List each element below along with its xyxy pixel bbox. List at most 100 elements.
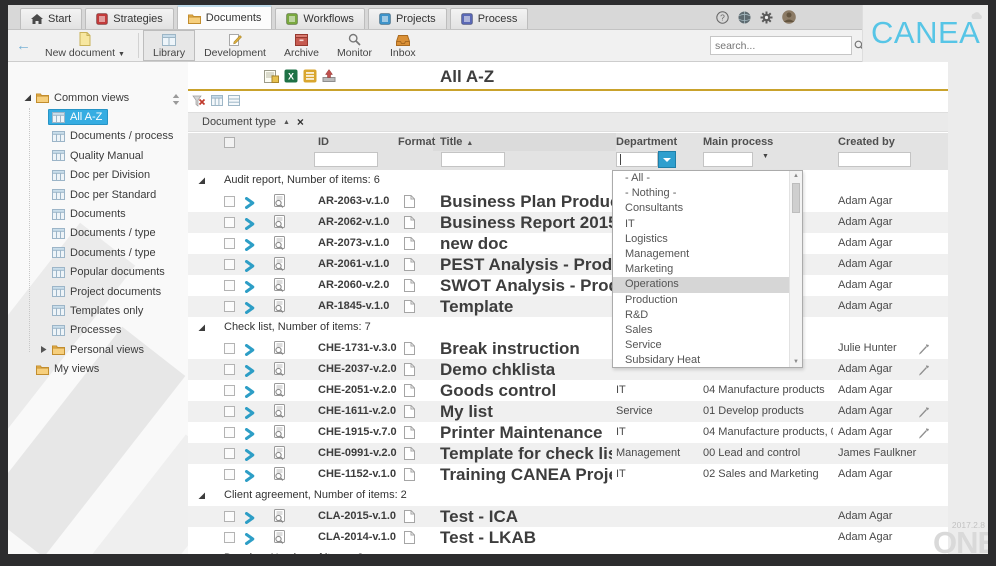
group-header-audit-report[interactable]: Audit report, Number of items: 6 bbox=[188, 170, 948, 191]
sidebar-item-project-documents[interactable]: Project documents bbox=[14, 282, 186, 301]
tab-documents[interactable]: Documents bbox=[176, 5, 273, 29]
table-row[interactable]: CHE-1915-v.7.0 Printer Maintenance IT 04… bbox=[188, 422, 948, 443]
filter-department-input[interactable] bbox=[616, 152, 658, 167]
report-icon[interactable] bbox=[264, 69, 279, 83]
sidebar-item-documents-process[interactable]: Documents / process bbox=[14, 127, 186, 146]
back-arrow-button[interactable]: ← bbox=[16, 37, 31, 54]
dropdown-option-sales[interactable]: Sales bbox=[613, 323, 802, 338]
row-checkbox[interactable] bbox=[224, 301, 235, 312]
grouping-bar[interactable]: Document type ▲ × bbox=[188, 112, 948, 132]
new-document-button[interactable]: New document ▼ bbox=[36, 30, 134, 61]
table-row[interactable]: AR-2063-v.1.0 Business Plan Production A… bbox=[188, 191, 948, 212]
select-all-checkbox[interactable] bbox=[224, 137, 235, 148]
scroll-down-icon[interactable]: ▼ bbox=[790, 359, 802, 365]
archive-button[interactable]: Archive bbox=[275, 30, 328, 61]
row-checkbox[interactable] bbox=[224, 217, 235, 228]
table-row[interactable]: AR-2073-v.1.0 new doc Adam Agar bbox=[188, 233, 948, 254]
development-button[interactable]: Development bbox=[195, 30, 275, 61]
filter-main-process-input[interactable] bbox=[703, 152, 753, 167]
table-row[interactable]: AR-2062-v.1.0 Business Report 2015 Adam … bbox=[188, 212, 948, 233]
sidebar-item-popular-documents[interactable]: Popular documents bbox=[14, 263, 186, 282]
sidebar-item-personal-views[interactable]: Personal views bbox=[14, 340, 186, 359]
table-row[interactable]: CHE-1731-v.3.0 Break instruction Julie H… bbox=[188, 338, 948, 359]
table-row[interactable]: CHE-2051-v.2.0 Goods control IT 04 Manuf… bbox=[188, 380, 948, 401]
dropdown-option-nothing[interactable]: - Nothing - bbox=[613, 186, 802, 201]
language-globe-icon[interactable] bbox=[738, 11, 751, 24]
table-row[interactable]: AR-1845-v.1.0 Template Adam Agar bbox=[188, 296, 948, 317]
row-checkbox[interactable] bbox=[224, 406, 235, 417]
sidebar-item-all-a-z[interactable]: All A-Z bbox=[14, 107, 186, 126]
row-checkbox[interactable] bbox=[224, 469, 235, 480]
collapse-group-icon[interactable] bbox=[197, 491, 206, 503]
row-checkbox[interactable] bbox=[224, 511, 235, 522]
inbox-button[interactable]: Inbox bbox=[381, 30, 425, 61]
monitor-button[interactable]: Monitor bbox=[328, 30, 381, 61]
dropdown-option-subsidary-heat[interactable]: Subsidary Heat bbox=[613, 353, 802, 368]
dropdown-option-r-d[interactable]: R&D bbox=[613, 308, 802, 323]
sidebar-item-templates-only[interactable]: Templates only bbox=[14, 301, 186, 320]
sidebar-item-doc-per-standard[interactable]: Doc per Standard bbox=[14, 185, 186, 204]
tab-start[interactable]: Start bbox=[20, 8, 83, 29]
column-header-department[interactable]: Department bbox=[616, 136, 677, 148]
table-row[interactable]: AR-2060-v.2.0 SWOT Analysis - Production… bbox=[188, 275, 948, 296]
tree-sort-icon[interactable] bbox=[172, 92, 180, 110]
remove-filter-icon[interactable] bbox=[192, 95, 206, 108]
expand-node-icon[interactable] bbox=[38, 345, 48, 354]
filter-created-by-input[interactable] bbox=[838, 152, 911, 167]
csv-export-icon[interactable] bbox=[303, 69, 317, 83]
sidebar-item-my-views[interactable]: My views bbox=[14, 359, 186, 378]
table-row[interactable]: CLA-2015-v.1.0 Test - ICA Adam Agar bbox=[188, 506, 948, 527]
table-row[interactable]: CHE-1611-v.2.0 My list Service 01 Develo… bbox=[188, 401, 948, 422]
group-header-client-agreement[interactable]: Client agreement, Number of items: 2 bbox=[188, 485, 948, 506]
row-checkbox[interactable] bbox=[224, 427, 235, 438]
group-header-check-list[interactable]: Check list, Number of items: 7 bbox=[188, 317, 948, 338]
column-header-created-by[interactable]: Created by bbox=[838, 136, 895, 148]
dropdown-option-management[interactable]: Management bbox=[613, 247, 802, 262]
table-row[interactable]: CHE-1152-v.1.0 Training CANEA Projects 2… bbox=[188, 464, 948, 485]
library-button[interactable]: Library bbox=[142, 30, 196, 61]
grouping-close-icon[interactable]: × bbox=[297, 116, 304, 128]
dropdown-option-logistics[interactable]: Logistics bbox=[613, 232, 802, 247]
excel-export-icon[interactable]: X bbox=[284, 69, 298, 83]
dropdown-option-production[interactable]: Production bbox=[613, 293, 802, 308]
row-checkbox[interactable] bbox=[224, 385, 235, 396]
row-checkbox[interactable] bbox=[224, 196, 235, 207]
settings-gear-icon[interactable] bbox=[760, 11, 773, 24]
tab-projects[interactable]: Projects bbox=[367, 8, 447, 29]
column-header-main-process[interactable]: Main process bbox=[703, 136, 773, 148]
sidebar-item-common-views[interactable]: Common views bbox=[14, 88, 186, 107]
table-row[interactable]: CHE-2037-v.2.0 Demo chklista Adam Agar bbox=[188, 359, 948, 380]
ungroup-view-icon[interactable] bbox=[228, 95, 240, 108]
sidebar-item-documents-type[interactable]: Documents / type bbox=[14, 243, 186, 262]
group-view-icon[interactable] bbox=[211, 95, 223, 108]
sidebar-item-documents-type[interactable]: Documents / type bbox=[14, 224, 186, 243]
department-dropdown-button[interactable] bbox=[658, 151, 676, 168]
scrollbar-thumb[interactable] bbox=[792, 183, 800, 213]
row-checkbox[interactable] bbox=[224, 259, 235, 270]
table-row[interactable]: CLA-2014-v.1.0 Test - LKAB Adam Agar bbox=[188, 527, 948, 548]
main-process-dropdown-button[interactable]: ▼ bbox=[762, 153, 769, 160]
row-checkbox[interactable] bbox=[224, 280, 235, 291]
dropdown-option-marketing[interactable]: Marketing bbox=[613, 262, 802, 277]
user-avatar[interactable] bbox=[782, 10, 796, 24]
row-checkbox[interactable] bbox=[224, 448, 235, 459]
table-row[interactable]: CHE-0991-v.2.0 Template for check list M… bbox=[188, 443, 948, 464]
dropdown-option-service[interactable]: Service bbox=[613, 338, 802, 353]
group-header-drawing[interactable]: Drawing, Number of items: 2 bbox=[188, 548, 948, 554]
dropdown-option-consultants[interactable]: Consultants bbox=[613, 201, 802, 216]
help-icon[interactable]: ? bbox=[716, 10, 729, 24]
dropdown-option-all[interactable]: - All - bbox=[613, 171, 802, 186]
filter-id-input[interactable] bbox=[314, 152, 378, 167]
tab-strategies[interactable]: Strategies bbox=[85, 8, 174, 29]
sidebar-item-doc-per-division[interactable]: Doc per Division bbox=[14, 166, 186, 185]
row-checkbox[interactable] bbox=[224, 238, 235, 249]
column-header-title[interactable]: Title ▲ bbox=[440, 136, 473, 148]
dropdown-scrollbar[interactable]: ▲ ▼ bbox=[789, 171, 802, 367]
grouping-sort-icon[interactable]: ▲ bbox=[283, 119, 290, 126]
import-icon[interactable] bbox=[322, 69, 336, 83]
collapse-group-icon[interactable] bbox=[197, 176, 206, 188]
dropdown-option-operations[interactable]: Operations bbox=[613, 277, 802, 293]
row-checkbox[interactable] bbox=[224, 343, 235, 354]
row-checkbox[interactable] bbox=[224, 532, 235, 543]
tab-workflows[interactable]: Workflows bbox=[275, 8, 365, 29]
